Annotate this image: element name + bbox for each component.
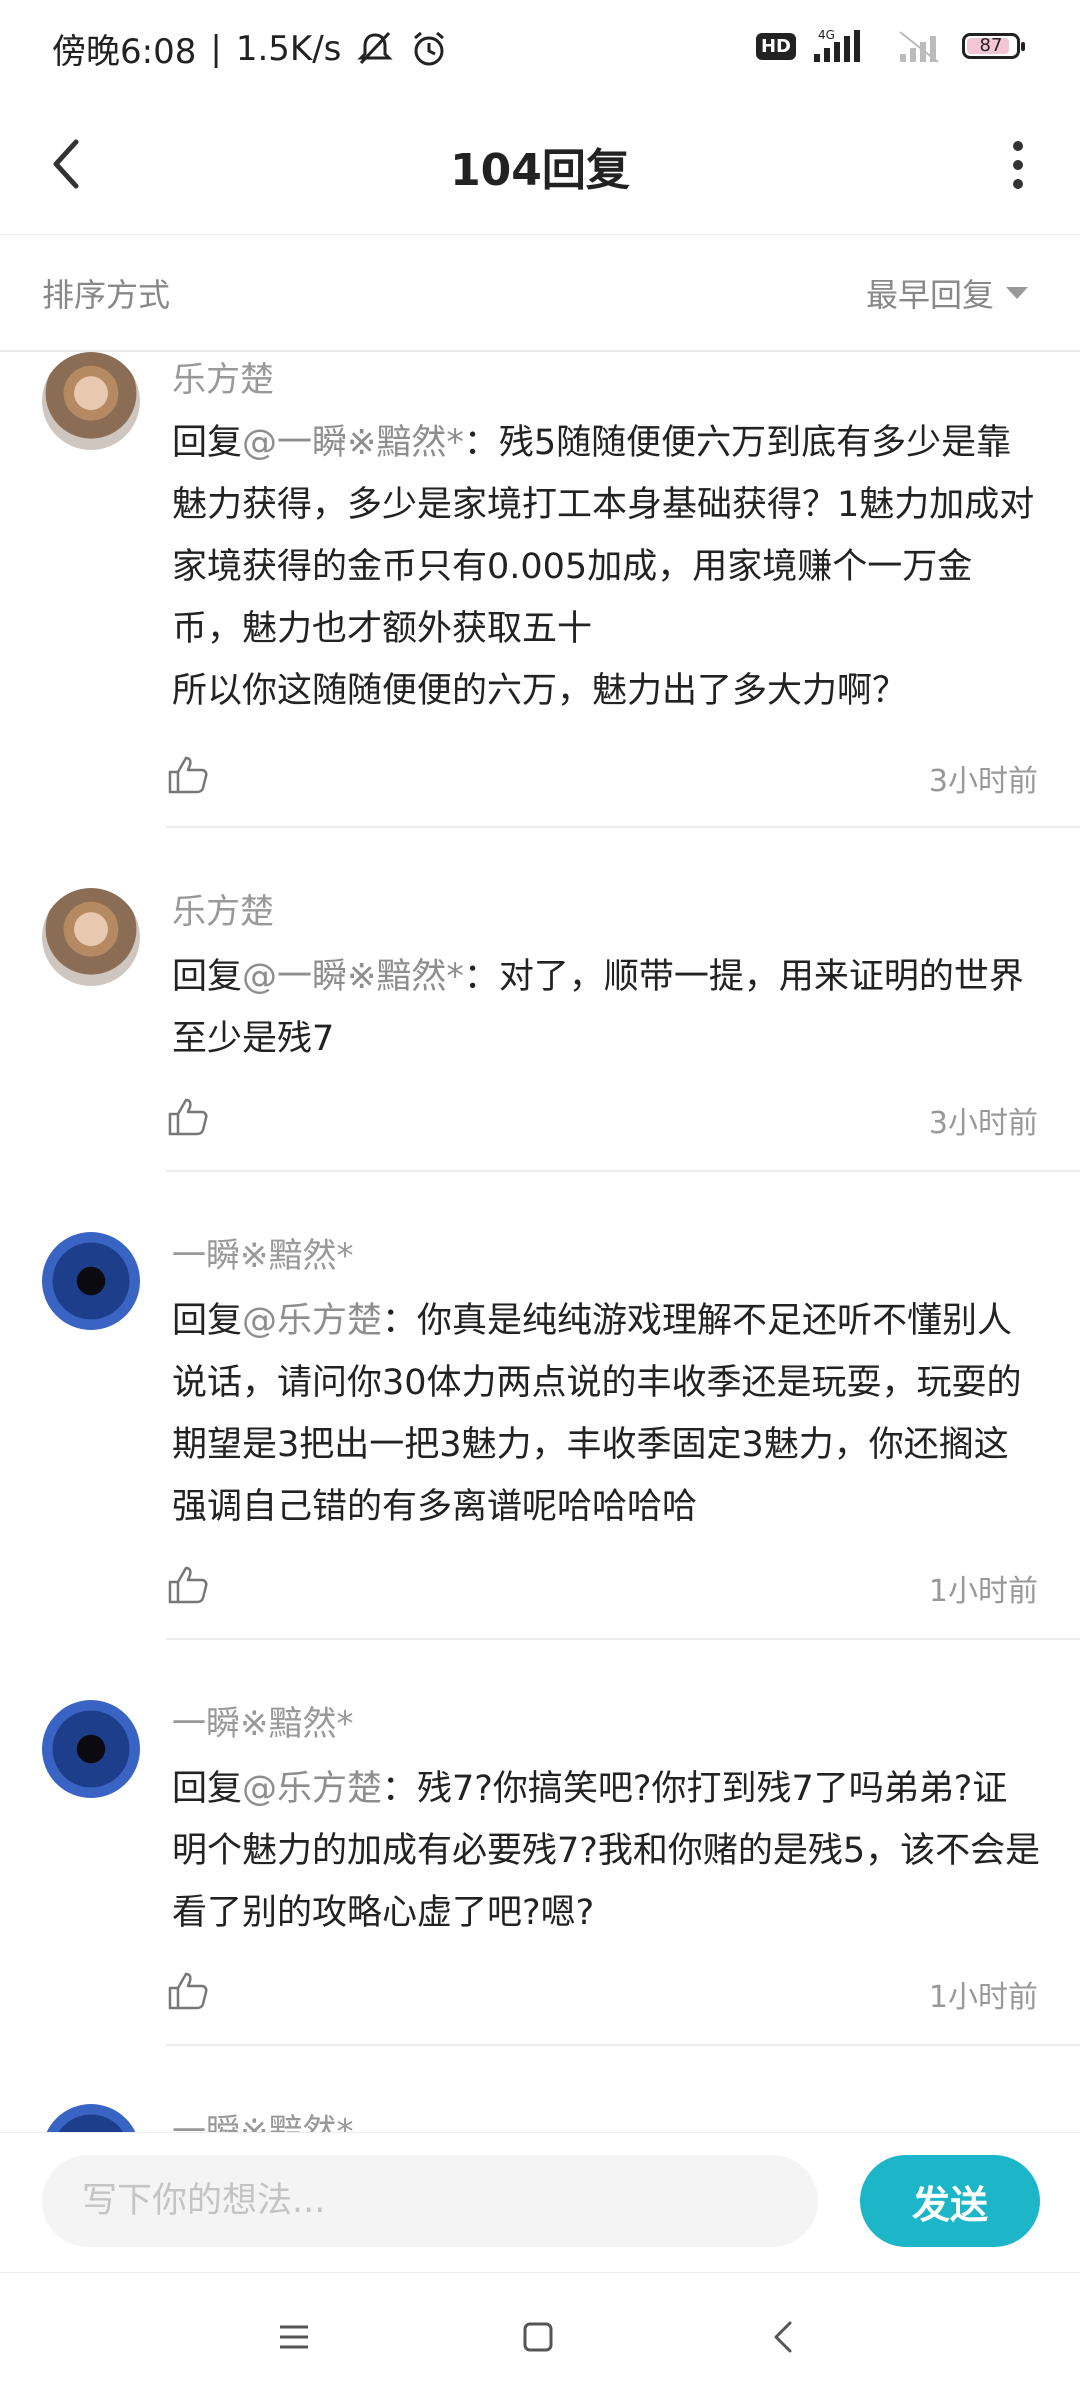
reply-body[interactable]: 回复@乐方楚：你真是纯纯游戏理解不足还听不懂别人说话，请问你30体力两点说的丰收… (172, 1290, 1042, 1538)
reply-time: 1小时前 (928, 1574, 1038, 1609)
home-icon[interactable] (516, 2315, 560, 2359)
mention-link[interactable]: @乐方楚 (242, 1769, 382, 1809)
thumbs-up-icon[interactable] (166, 1094, 210, 1138)
send-button[interactable]: 发送 (860, 2155, 1040, 2247)
reply-time: 1小时前 (928, 1980, 1038, 2015)
reply-text: ：残5随随便便六万到底有多少是靠魅力获得，多少是家境打工本身基础获得？1魅力加成… (172, 423, 1035, 711)
status-left: 傍晚6:08 | 1.5K/s (52, 24, 449, 73)
more-options-icon[interactable] (1012, 140, 1024, 190)
header: 104回复 (0, 96, 1080, 235)
avatar[interactable] (42, 1232, 140, 1330)
username[interactable]: 一瞬※黯然* (172, 1696, 354, 1745)
username[interactable]: 一瞬※黯然* (172, 2104, 354, 2132)
network-speed: 1.5K/s (235, 28, 342, 69)
avatar[interactable] (42, 352, 140, 450)
reply-time: 3小时前 (928, 1106, 1038, 1141)
mute-icon (357, 31, 393, 64)
avatar[interactable] (42, 2104, 140, 2132)
status-right: HD 4G 87 (755, 28, 1025, 64)
thumbs-up-icon[interactable] (166, 1968, 210, 2012)
mention-link[interactable]: @一瞬※黯然* (242, 957, 464, 997)
reply-prefix: 回复 (172, 1301, 243, 1341)
mention-link[interactable]: @一瞬※黯然* (242, 423, 464, 463)
thumbs-up-icon[interactable] (166, 752, 210, 796)
sort-value: 最早回复 (865, 276, 994, 314)
alarm-icon (414, 31, 445, 65)
status-time: 傍晚6:08 (52, 32, 197, 72)
sort-dropdown[interactable]: 最早回复 (866, 270, 1028, 316)
status-separator: | (210, 28, 222, 69)
reply-body[interactable]: 回复@乐方楚：残7?你搞笑吧?你打到残7了吗弟弟?证明个魅力的加成有必要残7?我… (172, 1758, 1042, 1944)
username[interactable]: 乐方楚 (172, 352, 274, 401)
dropdown-triangle-icon (1006, 287, 1028, 299)
divider (166, 1638, 1080, 1640)
avatar[interactable] (42, 888, 140, 986)
network-type: 4G (818, 28, 835, 42)
reply-input-bar: 发送 (0, 2132, 1080, 2273)
page-title: 104回复 (450, 145, 630, 196)
battery-level: 87 (979, 35, 1003, 56)
reply-prefix: 回复 (172, 1769, 243, 1809)
username[interactable]: 一瞬※黯然* (172, 1228, 354, 1277)
menu-icon[interactable] (272, 2315, 316, 2359)
reply-prefix: 回复 (172, 423, 243, 463)
thumbs-up-icon[interactable] (166, 1562, 210, 1606)
signal-icon: 4G (814, 28, 860, 62)
avatar[interactable] (42, 1700, 140, 1798)
mention-link[interactable]: @乐方楚 (242, 1301, 382, 1341)
signal-icon-secondary (899, 31, 939, 63)
reply-prefix: 回复 (172, 957, 243, 997)
system-nav-bar (0, 2272, 1080, 2401)
sort-label: 排序方式 (42, 276, 171, 314)
battery-icon: 87 (962, 33, 1025, 59)
hd-badge: HD (755, 32, 796, 60)
reply-input[interactable] (42, 2155, 818, 2247)
reply-list[interactable]: 乐方楚 回复@一瞬※黯然*：残5随随便便六万到底有多少是靠魅力获得，多少是家境打… (0, 352, 1080, 2132)
sort-row: 排序方式 最早回复 (0, 236, 1080, 352)
divider (166, 2044, 1080, 2046)
reply-time: 3小时前 (928, 764, 1038, 799)
status-bar: 傍晚6:08 | 1.5K/s HD 4G 87 (0, 0, 1080, 96)
back-icon[interactable] (762, 2315, 806, 2359)
divider (166, 1170, 1080, 1172)
username[interactable]: 乐方楚 (172, 884, 274, 933)
divider (166, 826, 1080, 828)
reply-body[interactable]: 回复@一瞬※黯然*：对了，顺带一提，用来证明的世界至少是残7 (172, 946, 1042, 1070)
reply-body[interactable]: 回复@一瞬※黯然*：残5随随便便六万到底有多少是靠魅力获得，多少是家境打工本身基… (172, 412, 1042, 722)
